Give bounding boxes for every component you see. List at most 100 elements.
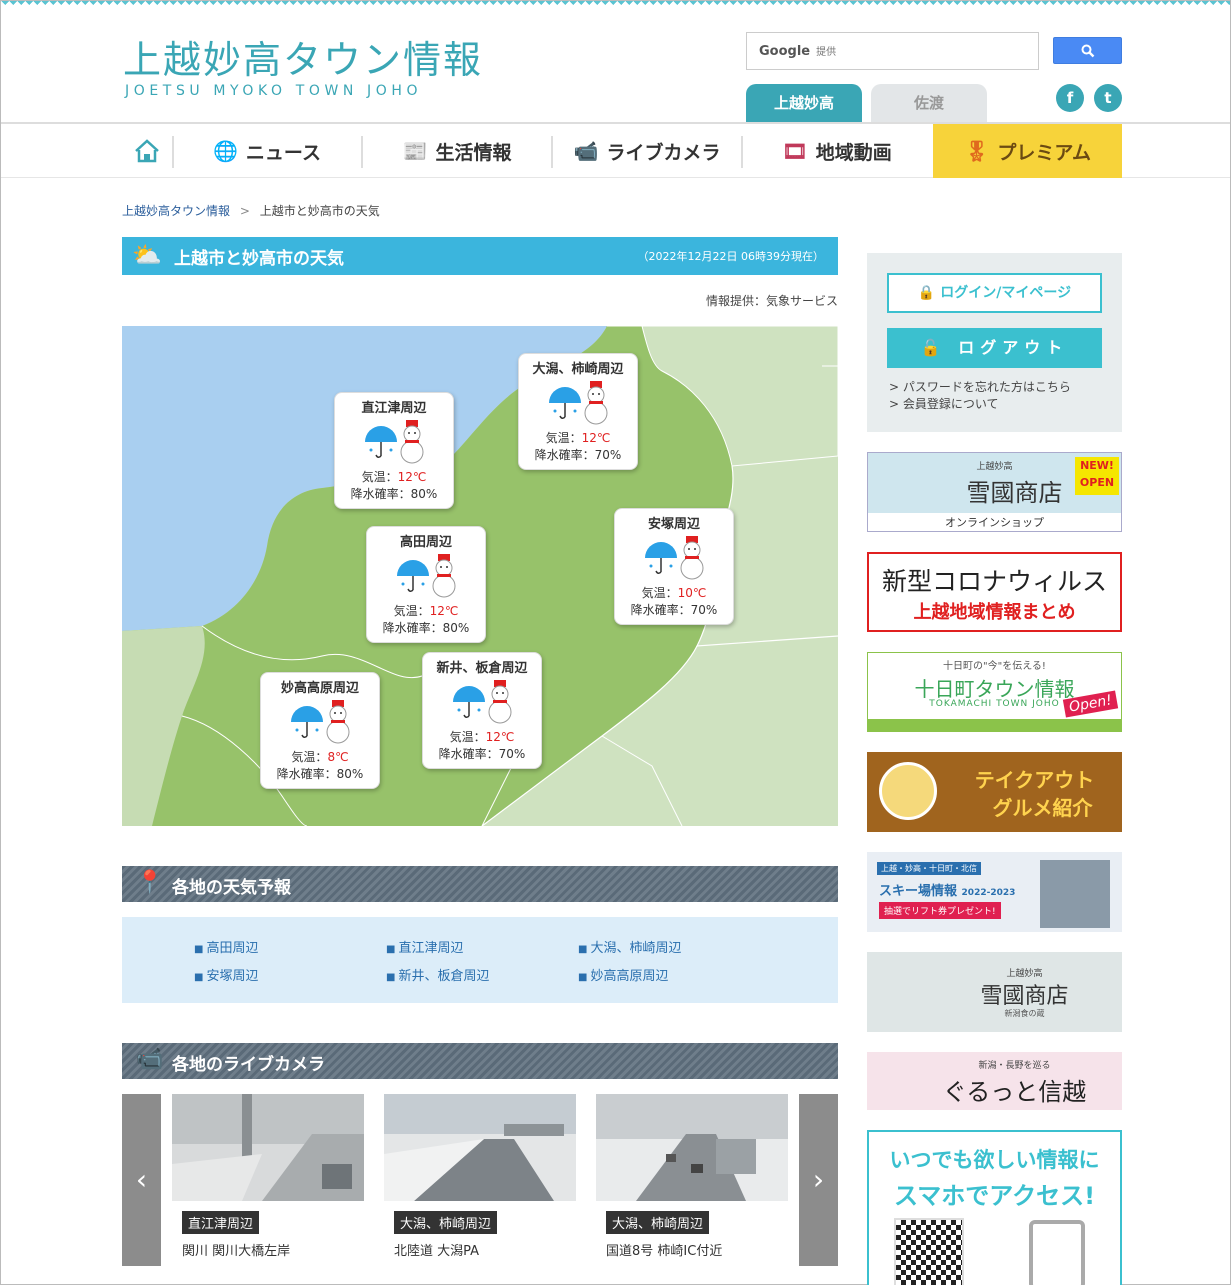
weather-card-rain: 降水確率：70% bbox=[534, 448, 622, 462]
search-input[interactable]: Google 提供 bbox=[746, 32, 1039, 70]
livecam-area-tag: 大潟、柿崎周辺 bbox=[606, 1211, 710, 1234]
site-logo[interactable]: 上越妙高タウン情報 bbox=[123, 29, 483, 84]
forecast-link-naoetsu[interactable]: 直江津周辺 bbox=[386, 937, 463, 956]
facebook-icon[interactable]: f bbox=[1056, 84, 1084, 112]
banner-corona-info[interactable]: 新型コロナウィルス 上越地域情報まとめ bbox=[867, 552, 1122, 632]
weather-card-takada[interactable]: 高田周辺 気温：12℃ 降水確率：80% bbox=[366, 526, 486, 643]
rain-snow-icon bbox=[359, 418, 429, 466]
register-info-link[interactable]: > 会員登録について bbox=[889, 395, 999, 412]
livecam-item[interactable]: 直江津周辺 関川 関川大橋左岸 bbox=[172, 1094, 364, 1259]
weather-card-temp: 気温：12℃ bbox=[361, 470, 427, 484]
unlock-icon: 🔓 bbox=[920, 338, 959, 357]
weather-card-rain: 降水確率：80% bbox=[382, 621, 470, 635]
page-title: 上越市と妙高市の天気 bbox=[174, 249, 344, 269]
forecast-section-title: 各地の天気予報 bbox=[172, 878, 291, 898]
weather-card-name: 妙高高原周辺 bbox=[280, 681, 359, 696]
forecast-link-ogata[interactable]: 大潟、柿崎周辺 bbox=[578, 937, 681, 956]
qr-code-icon bbox=[894, 1218, 964, 1285]
breadcrumb: 上越妙高タウン情報 > 上越市と妙高市の天気 bbox=[122, 202, 380, 219]
top-zigzag-border bbox=[1, 1, 1230, 9]
livecam-image bbox=[596, 1094, 788, 1201]
weather-title-bar: ⛅ 上越市と妙高市の天気 （2022年12月22日 06時39分現在） bbox=[122, 237, 838, 275]
weather-timestamp: （2022年12月22日 06時39分現在） bbox=[637, 250, 824, 263]
nav-news-label: ニュース bbox=[245, 141, 321, 164]
banner-smartphone-app[interactable]: いつでも欲しい情報に スマホでアクセス! bbox=[867, 1130, 1122, 1285]
nav-video[interactable]: 🎞 地域動画 bbox=[743, 124, 931, 178]
forecast-link-arai[interactable]: 新井、板倉周辺 bbox=[386, 965, 489, 984]
banner-yukiguni-shokunokura[interactable]: 上越妙高 雪國商店 新潟食の蔵 bbox=[867, 952, 1122, 1032]
nav-premium-label: プレミアム bbox=[997, 141, 1092, 164]
film-icon: 🎞 bbox=[782, 139, 808, 163]
weather-card-temp: 気温：12℃ bbox=[545, 431, 611, 445]
rain-snow-icon bbox=[639, 534, 709, 582]
breadcrumb-home[interactable]: 上越妙高タウン情報 bbox=[122, 204, 230, 218]
banner-takeout-gourmet[interactable]: テイクアウト グルメ紹介 bbox=[867, 752, 1122, 832]
livecam-caption: 関川 関川大橋左岸 bbox=[182, 1244, 291, 1259]
breadcrumb-sep: > bbox=[239, 204, 250, 218]
lock-icon: 🔒 bbox=[917, 285, 941, 301]
weather-card-rain: 降水確率：80% bbox=[350, 487, 438, 501]
weather-card-name: 新井、板倉周辺 bbox=[436, 661, 528, 676]
breadcrumb-current: 上越市と妙高市の天気 bbox=[259, 204, 380, 218]
banner-ski-info[interactable]: 上越・妙高・十日町・北信 スキー場情報 2022-2023 抽選でリフト券プレゼ… bbox=[867, 852, 1122, 932]
rain-snow-icon bbox=[285, 698, 355, 746]
nav-video-label: 地域動画 bbox=[815, 141, 892, 164]
smartphone-icon bbox=[1029, 1220, 1085, 1285]
nav-life[interactable]: 📰 生活情報 bbox=[363, 124, 551, 178]
weather-card-yasuzuka[interactable]: 安塚周辺 気温：10℃ 降水確率：70% bbox=[614, 508, 734, 625]
nav-livecam-label: ライブカメラ bbox=[606, 141, 721, 164]
nav-home[interactable] bbox=[122, 124, 172, 178]
livecam-image bbox=[172, 1094, 364, 1201]
weather-card-rain: 降水確率：70% bbox=[438, 747, 526, 761]
banner-yukiguni-shop[interactable]: 上越妙高 雪國商店 NEW! OPEN オンラインショップ bbox=[867, 452, 1122, 532]
cloud-sun-icon: ⛅ bbox=[132, 241, 162, 269]
search-brand-sub: 提供 bbox=[816, 47, 837, 58]
livecam-area-tag: 大潟、柿崎周辺 bbox=[394, 1211, 498, 1234]
livecam-caption: 北陸道 大潟PA bbox=[394, 1244, 480, 1259]
weather-card-name: 安塚周辺 bbox=[647, 517, 700, 532]
livecam-caption: 国道8号 柿崎IC付近 bbox=[606, 1244, 723, 1259]
weather-card-rain: 降水確率：70% bbox=[630, 603, 718, 617]
tab-joetsu-myoko[interactable]: 上越妙高 bbox=[746, 84, 862, 122]
camera-icon: 📹 bbox=[136, 1047, 164, 1072]
home-icon bbox=[135, 139, 159, 163]
newspaper-icon: 📰 bbox=[402, 139, 428, 163]
nav-livecam[interactable]: 📹 ライブカメラ bbox=[553, 124, 741, 178]
weather-card-arai[interactable]: 新井、板倉周辺 気温：12℃ 降水確率：70% bbox=[422, 652, 542, 769]
livecam-section-title: 各地のライブカメラ bbox=[172, 1055, 325, 1075]
weather-card-temp: 気温：12℃ bbox=[449, 730, 515, 744]
weather-card-rain: 降水確率：80% bbox=[276, 767, 364, 781]
livecam-section-header: 📹 各地のライブカメラ bbox=[122, 1043, 838, 1079]
weather-card-temp: 気温：12℃ bbox=[393, 604, 459, 618]
carousel-next-button[interactable]: › bbox=[799, 1094, 838, 1266]
search-brand: Google bbox=[759, 44, 811, 59]
forecast-link-yasuzuka[interactable]: 安塚周辺 bbox=[194, 965, 258, 984]
ribbon-icon: 🎖 bbox=[963, 139, 990, 163]
twitter-icon[interactable]: t bbox=[1094, 84, 1122, 112]
livecam-image bbox=[384, 1094, 576, 1201]
forecast-area-list: 高田周辺 直江津周辺 大潟、柿崎周辺 安塚周辺 新井、板倉周辺 妙高高原周辺 bbox=[122, 917, 838, 1003]
forecast-section-header: 📍 各地の天気予報 bbox=[122, 866, 838, 902]
login-box: 🔒 ログイン/マイページ 🔓 ログアウト > パスワードを忘れた方はこちら > … bbox=[867, 253, 1122, 432]
forecast-link-myoko[interactable]: 妙高高原周辺 bbox=[578, 965, 668, 984]
nav-news[interactable]: 🌐 ニュース bbox=[173, 124, 361, 178]
weather-card-naoetsu[interactable]: 直江津周辺 気温：12℃ 降水確率：80% bbox=[334, 392, 454, 509]
carousel-prev-button[interactable]: ‹ bbox=[122, 1094, 161, 1266]
search-button[interactable] bbox=[1053, 37, 1122, 64]
weather-card-ogata[interactable]: 大潟、柿崎周辺 気温：12℃ 降水確率：70% bbox=[518, 353, 638, 470]
weather-card-myoko-kogen[interactable]: 妙高高原周辺 気温：8℃ 降水確率：80% bbox=[260, 672, 380, 789]
weather-card-name: 直江津周辺 bbox=[361, 401, 427, 416]
forecast-link-takada[interactable]: 高田周辺 bbox=[194, 937, 258, 956]
login-button[interactable]: 🔒 ログイン/マイページ bbox=[887, 273, 1102, 313]
banner-tokamachi[interactable]: 十日町の"今"を伝える! 十日町タウン情報 TOKAMACHI TOWN JOH… bbox=[867, 652, 1122, 732]
logout-button[interactable]: 🔓 ログアウト bbox=[887, 328, 1102, 368]
livecam-item[interactable]: 大潟、柿崎周辺 国道8号 柿崎IC付近 bbox=[596, 1094, 788, 1259]
banner-gurutto-shinetsu[interactable]: 新潟・長野を巡る ぐるっと信越 bbox=[867, 1052, 1122, 1110]
nav-premium[interactable]: 🎖 プレミアム bbox=[933, 124, 1122, 178]
forgot-password-link[interactable]: > パスワードを忘れた方はこちら bbox=[889, 378, 1071, 395]
rain-snow-icon bbox=[391, 552, 461, 600]
livecam-item[interactable]: 大潟、柿崎周辺 北陸道 大潟PA bbox=[384, 1094, 576, 1259]
weather-card-name: 大潟、柿崎周辺 bbox=[532, 362, 624, 377]
tab-sado[interactable]: 佐渡 bbox=[871, 84, 987, 122]
search-icon bbox=[1081, 44, 1094, 58]
